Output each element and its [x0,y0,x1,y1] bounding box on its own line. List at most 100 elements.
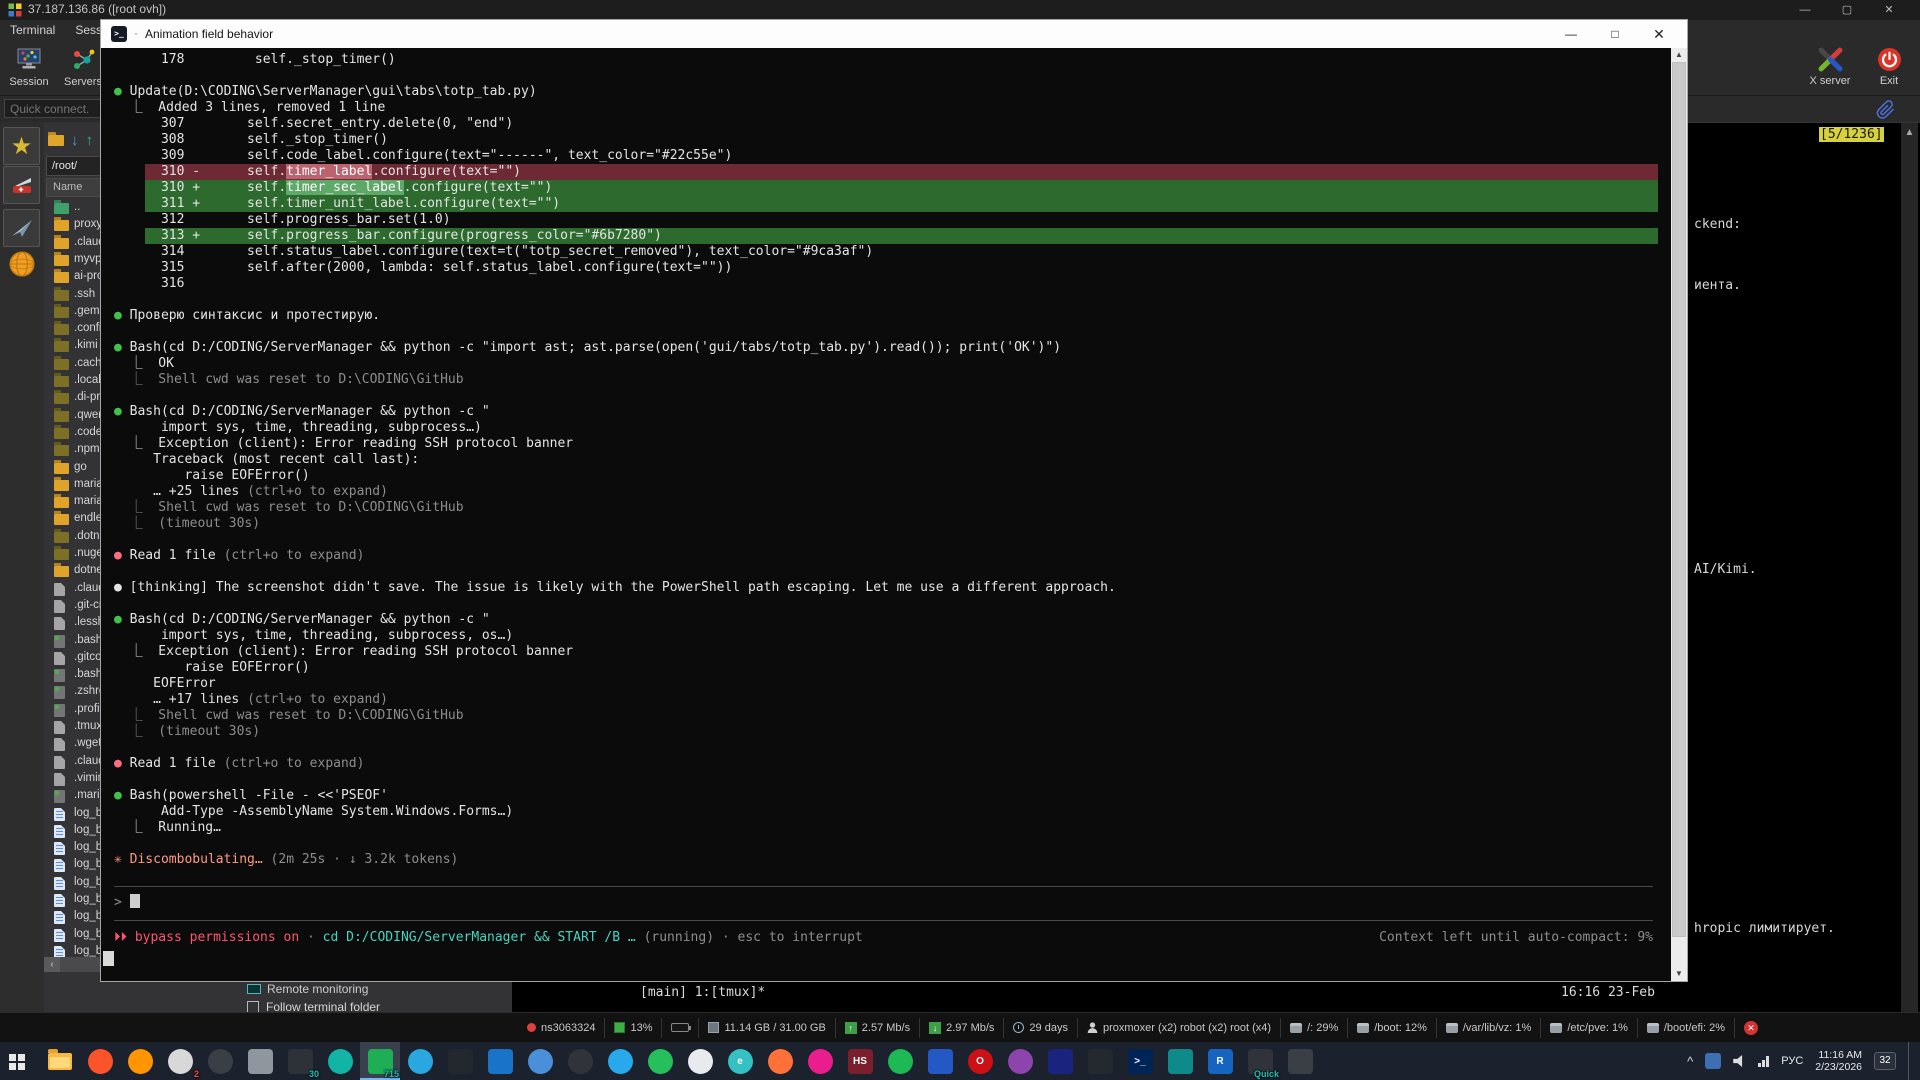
claude-window-scrollbar[interactable]: ▲ ▼ [1671,48,1687,981]
camera-icon [888,1049,913,1074]
file-icon [54,894,65,907]
app-icon[interactable] [640,1042,680,1080]
minimize-button[interactable]: — [1549,20,1593,48]
app-icon[interactable] [240,1042,280,1080]
tools-tab[interactable] [3,166,40,204]
network-icon[interactable] [1758,1056,1769,1067]
app-icon[interactable] [400,1042,440,1080]
sftp-tab[interactable] [3,245,40,283]
hs-icon[interactable]: HS [840,1042,880,1080]
xserver-label: X server [1802,75,1858,87]
file-explorer-icon[interactable] [40,1042,80,1080]
app-icon[interactable]: 30 [280,1042,320,1080]
folder-icon [54,359,69,370]
claude-window-titlebar[interactable]: >_ · Animation field behavior — □ ✕ [101,20,1687,48]
app-icon [1008,1049,1033,1074]
close-button[interactable]: ✕ [1868,0,1910,20]
maximize-button[interactable]: ▢ [1826,0,1868,20]
checkbox-icon[interactable] [247,1001,259,1012]
opera-icon[interactable]: O [960,1042,1000,1080]
notification-badge[interactable]: 32 [1874,1052,1896,1070]
folder-icon [54,480,69,491]
start-glyph [9,1054,16,1061]
folder-icon [54,203,69,214]
app-icon[interactable] [520,1042,560,1080]
terminal-line [101,564,1671,580]
clock[interactable]: 11:16 AM 2/23/2026 [1815,1049,1862,1073]
maximize-button[interactable]: □ [1593,20,1637,48]
terminal-scrollbar[interactable]: ▲ [1901,123,1918,1013]
parent-folder-icon[interactable] [48,135,64,146]
app-icon[interactable] [1040,1042,1080,1080]
chrome-icon [168,1049,193,1074]
macros-tab[interactable] [3,209,40,247]
folder-icon [54,428,69,439]
xserver-button[interactable]: X server [1802,44,1858,87]
scroll-up-icon[interactable]: ▲ [1901,127,1918,138]
obs-icon[interactable] [560,1042,600,1080]
app-icon[interactable] [200,1042,240,1080]
scroll-up-icon[interactable]: ▲ [1671,48,1687,62]
camera-icon[interactable] [880,1042,920,1080]
follow-terminal-checkbox[interactable]: Follow terminal folder [247,1000,380,1012]
menu-terminal[interactable]: Terminal [0,23,65,37]
tmux-status-right: 16:16 23-Feb [1561,985,1655,1000]
app-icon[interactable] [920,1042,960,1080]
firefox-icon[interactable] [760,1042,800,1080]
app-icon[interactable] [1280,1042,1320,1080]
app-icon[interactable] [1000,1042,1040,1080]
r-icon[interactable]: R [1200,1042,1240,1080]
ide-icon[interactable] [440,1042,480,1080]
minimize-button[interactable]: — [1784,0,1826,20]
chrome-icon[interactable]: 2 [160,1042,200,1080]
attachment-icon[interactable] [1876,99,1896,119]
scrollbar-thumb[interactable] [1672,62,1686,937]
mobaxterm-icon[interactable]: 715 [360,1042,400,1080]
disk-icon [1290,1023,1302,1033]
show-desktop-button[interactable] [1908,1042,1912,1080]
brave-icon[interactable] [80,1042,120,1080]
claude-terminal-content[interactable]: 178 self._stop_timer()● Update(D:\CODING… [101,48,1671,981]
terminal-line: ⎿ Added 3 lines, removed 1 line [101,100,1671,116]
file-icon [54,738,65,751]
exit-button[interactable]: Exit [1864,44,1914,87]
icon-badge: 715 [384,1069,399,1079]
session-button[interactable]: Session [2,44,56,92]
app-icon[interactable] [320,1042,360,1080]
telegram-icon[interactable] [600,1042,640,1080]
scroll-left-icon[interactable]: ‹ [44,957,60,972]
edge-icon[interactable]: e [720,1042,760,1080]
icon-badge: 2 [194,1069,199,1079]
speaker-icon[interactable] [1733,1055,1746,1067]
upload-icon[interactable]: ↑ [86,132,94,149]
context-left-indicator: Context left until auto-compact: 9% [1379,930,1653,946]
chrome-icon [688,1049,713,1074]
app-icon [408,1049,433,1074]
language-indicator[interactable]: РУС [1781,1055,1803,1067]
file-icon [54,617,65,630]
firefox-icon[interactable] [120,1042,160,1080]
app-icon[interactable] [800,1042,840,1080]
download-icon[interactable]: ↓ [71,132,79,149]
status-item-download: ↓2.97 Mb/s [920,1018,1004,1038]
close-button[interactable]: ✕ [1637,20,1681,48]
prompt-line[interactable]: > [114,894,140,910]
file-icon [54,911,65,924]
powershell-icon[interactable]: >_ [1120,1042,1160,1080]
tray-app-icon[interactable] [1705,1053,1721,1069]
start-button[interactable] [0,1042,40,1080]
hidden-icons-chevron[interactable]: ^ [1687,1054,1693,1069]
app-icon[interactable]: Quick [1240,1042,1280,1080]
sessions-tab[interactable]: ★ [3,127,40,165]
file-icon [54,825,65,838]
claude-code-window: >_ · Animation field behavior — □ ✕ 178 … [100,19,1688,982]
folder-icon [54,549,69,560]
app-icon[interactable] [480,1042,520,1080]
remote-monitoring-button[interactable]: Remote monitoring [247,982,368,998]
app-icon [1168,1049,1193,1074]
app-icon[interactable] [1160,1042,1200,1080]
scroll-down-icon[interactable]: ▼ [1671,967,1687,981]
terminal-line: raise EOFError() [101,468,1671,484]
chrome-icon[interactable] [680,1042,720,1080]
app-icon[interactable] [1080,1042,1120,1080]
